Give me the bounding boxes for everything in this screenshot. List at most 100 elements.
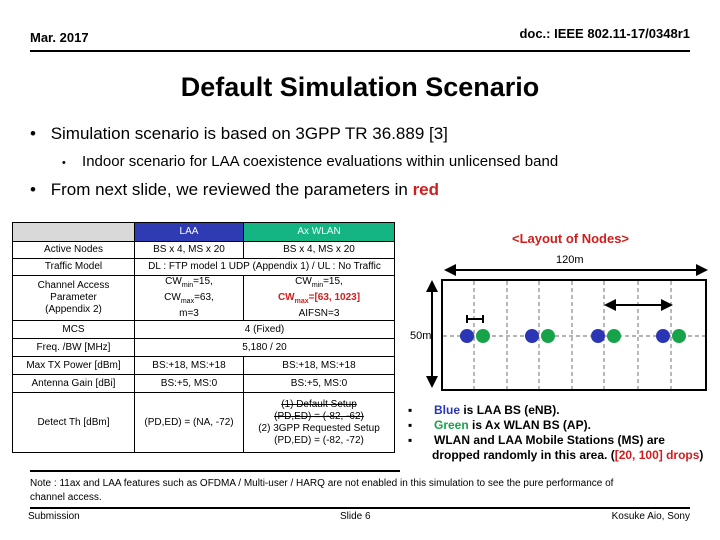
row-label: Antenna Gain [dBi]	[12, 374, 135, 393]
bullet-2: • From next slide, we reviewed the param…	[30, 180, 439, 200]
sub-bullet-1-text: Indoor scenario for LAA coexistence eval…	[82, 153, 559, 170]
bullet-2-text: From next slide, we reviewed the paramet…	[50, 180, 413, 199]
cw-value: =15,	[193, 276, 213, 287]
cw-value: =[63, 1023]	[308, 292, 361, 303]
wlan-ap-node	[607, 329, 621, 343]
legend-item-green: ▪ Green is Ax WLAN BS (AP).	[408, 418, 591, 432]
cell-wlan: CWmin=15, CWmax=[63, 1023] AIFSN=3	[243, 275, 395, 321]
header-date: Mar. 2017	[30, 30, 89, 45]
laa-bs-node	[591, 329, 605, 343]
table-row: Traffic Model DL : FTP model 1 UDP (Appe…	[12, 258, 395, 276]
legend-item-ms: ▪ WLAN and LAA Mobile Stations (MS) are	[408, 433, 665, 447]
footer-rule	[30, 507, 690, 509]
cell-wlan: BS:+5, MS:0	[243, 374, 395, 393]
cell-wlan: (1) Default Setup (PD,ED) = (-82, -62) (…	[243, 392, 395, 453]
table-row: Freq. /BW [MHz] 5,180 / 20	[12, 338, 395, 357]
laa-cwmin: CWmin=15,	[137, 276, 241, 292]
note: Note : 11ax and LAA features such as OFD…	[30, 477, 613, 505]
table-row: Active Nodes BS x 4, MS x 20 BS x 4, MS …	[12, 241, 395, 259]
max-sub: max	[294, 298, 309, 305]
legend-text: is Ax WLAN BS (AP).	[468, 418, 591, 432]
table-row: Antenna Gain [dBi] BS:+5, MS:0 BS:+5, MS…	[12, 374, 395, 393]
cw-text: CW	[295, 276, 312, 287]
slide-title: Default Simulation Scenario	[180, 72, 540, 102]
detect-line: (2) 3GPP Requested Setup	[258, 422, 380, 434]
table-row: Detect Th [dBm] (PD,ED) = (NA, -72) (1) …	[12, 392, 395, 453]
table-header-laa: LAA	[134, 222, 244, 242]
cell-merged: 4 (Fixed)	[134, 320, 395, 339]
label-line: (Appendix 2)	[45, 304, 102, 315]
legend-item-blue: ▪ Blue is LAA BS (eNB).	[408, 403, 560, 417]
footer-center: Slide 6	[340, 511, 371, 522]
layout-diagram	[426, 264, 708, 391]
legend-text: WLAN and LAA Mobile Stations (MS) are	[434, 433, 665, 447]
struck-line: (1) Default Setup	[281, 398, 357, 410]
wlan-cwmin: CWmin=15,	[246, 276, 392, 292]
cw-text: CW	[165, 276, 182, 287]
row-label: Detect Th [dBm]	[12, 392, 135, 453]
header-doc-id: doc.: IEEE 802.11-17/0348r1	[519, 26, 690, 41]
laa-m: m=3	[179, 308, 199, 319]
wlan-aifsn: AIFSN=3	[298, 308, 340, 319]
detect-line: (PD,ED) = (-82, -72)	[274, 434, 364, 446]
footer-right: Kosuke Aio, Sony	[611, 511, 690, 522]
cell-wlan: BS x 4, MS x 20	[243, 241, 395, 259]
label-line: Channel Access	[37, 280, 110, 291]
legend-colored: Blue	[434, 403, 461, 417]
row-label: MCS	[12, 320, 135, 339]
sub-bullet-1: • Indoor scenario for LAA coexistence ev…	[62, 153, 558, 170]
legend: ▪ Blue is LAA BS (eNB). ▪ Green is Ax WLAN…	[408, 403, 718, 463]
cw-value: =15,	[323, 276, 343, 287]
laa-bs-node	[656, 329, 670, 343]
parameter-table: LAA Ax WLAN Active Nodes BS x 4, MS x 20…	[12, 222, 395, 453]
table-row: Max TX Power [dBm] BS:+18, MS:+18 BS:+18…	[12, 356, 395, 375]
row-label: Traffic Model	[12, 258, 135, 276]
table-header-blank	[12, 222, 135, 242]
wlan-ap-node	[541, 329, 555, 343]
legend-text: )	[699, 448, 704, 462]
table-header-wlan: Ax WLAN	[243, 222, 395, 242]
legend-item-ms-line2: dropped randomly in this area. ([20, 100…	[408, 448, 718, 463]
legend-text: is LAA BS (eNB).	[460, 403, 560, 417]
wlan-ap-node	[672, 329, 686, 343]
laa-bs-node	[525, 329, 539, 343]
laa-cwmax: CWmax=63,	[137, 292, 241, 308]
legend-colored: Green	[434, 418, 469, 432]
row-label: Freq. /BW [MHz]	[12, 338, 135, 357]
legend-red: [20, 100] drops	[614, 448, 700, 462]
label-line: Parameter	[50, 292, 97, 303]
legend-text: dropped randomly in this area. (	[432, 448, 615, 462]
min-sub: min	[311, 282, 324, 289]
table-header-row: LAA Ax WLAN	[12, 222, 395, 242]
wlan-ap-node	[476, 329, 490, 343]
bullet-dot: •	[30, 124, 36, 143]
cell-laa: BS:+5, MS:0	[134, 374, 244, 393]
cell-laa: CWmin=15, CWmax=63, m=3	[134, 275, 244, 321]
bullet-2-red: red	[412, 180, 440, 199]
cell-laa: BS:+18, MS:+18	[134, 356, 244, 375]
table-row: MCS 4 (Fixed)	[12, 320, 395, 339]
row-label: Channel Access Parameter (Appendix 2)	[12, 275, 135, 321]
wlan-cwmax: CWmax=[63, 1023]	[246, 292, 392, 308]
cw-value: =63,	[194, 292, 214, 303]
cell-wlan: BS:+18, MS:+18	[243, 356, 395, 375]
footer-left: Submission	[28, 511, 80, 522]
cell-laa: BS x 4, MS x 20	[134, 241, 244, 259]
header-rule	[30, 50, 690, 52]
laa-bs-node	[460, 329, 474, 343]
sub-bullet-dot: •	[62, 157, 66, 169]
cell-merged: 5,180 / 20	[134, 338, 395, 357]
note-line: Note : 11ax and LAA features such as OFD…	[30, 478, 614, 489]
bullet-dot: •	[30, 180, 36, 199]
min-sub: min	[181, 282, 194, 289]
bullet-1: • Simulation scenario is based on 3GPP T…	[30, 124, 448, 144]
note-line: channel access.	[30, 492, 102, 503]
table-row: Channel Access Parameter (Appendix 2) CW…	[12, 275, 395, 321]
row-label: Active Nodes	[12, 241, 135, 259]
max-sub: max	[180, 298, 195, 305]
bullet-1-text: Simulation scenario is based on 3GPP TR …	[50, 124, 448, 143]
table-bottom-rule	[30, 470, 400, 472]
struck-line: (PD,ED) = (-82, -62)	[274, 410, 364, 422]
cell-merged: DL : FTP model 1 UDP (Appendix 1) / UL :…	[134, 258, 395, 276]
cw-text: CW	[164, 292, 181, 303]
